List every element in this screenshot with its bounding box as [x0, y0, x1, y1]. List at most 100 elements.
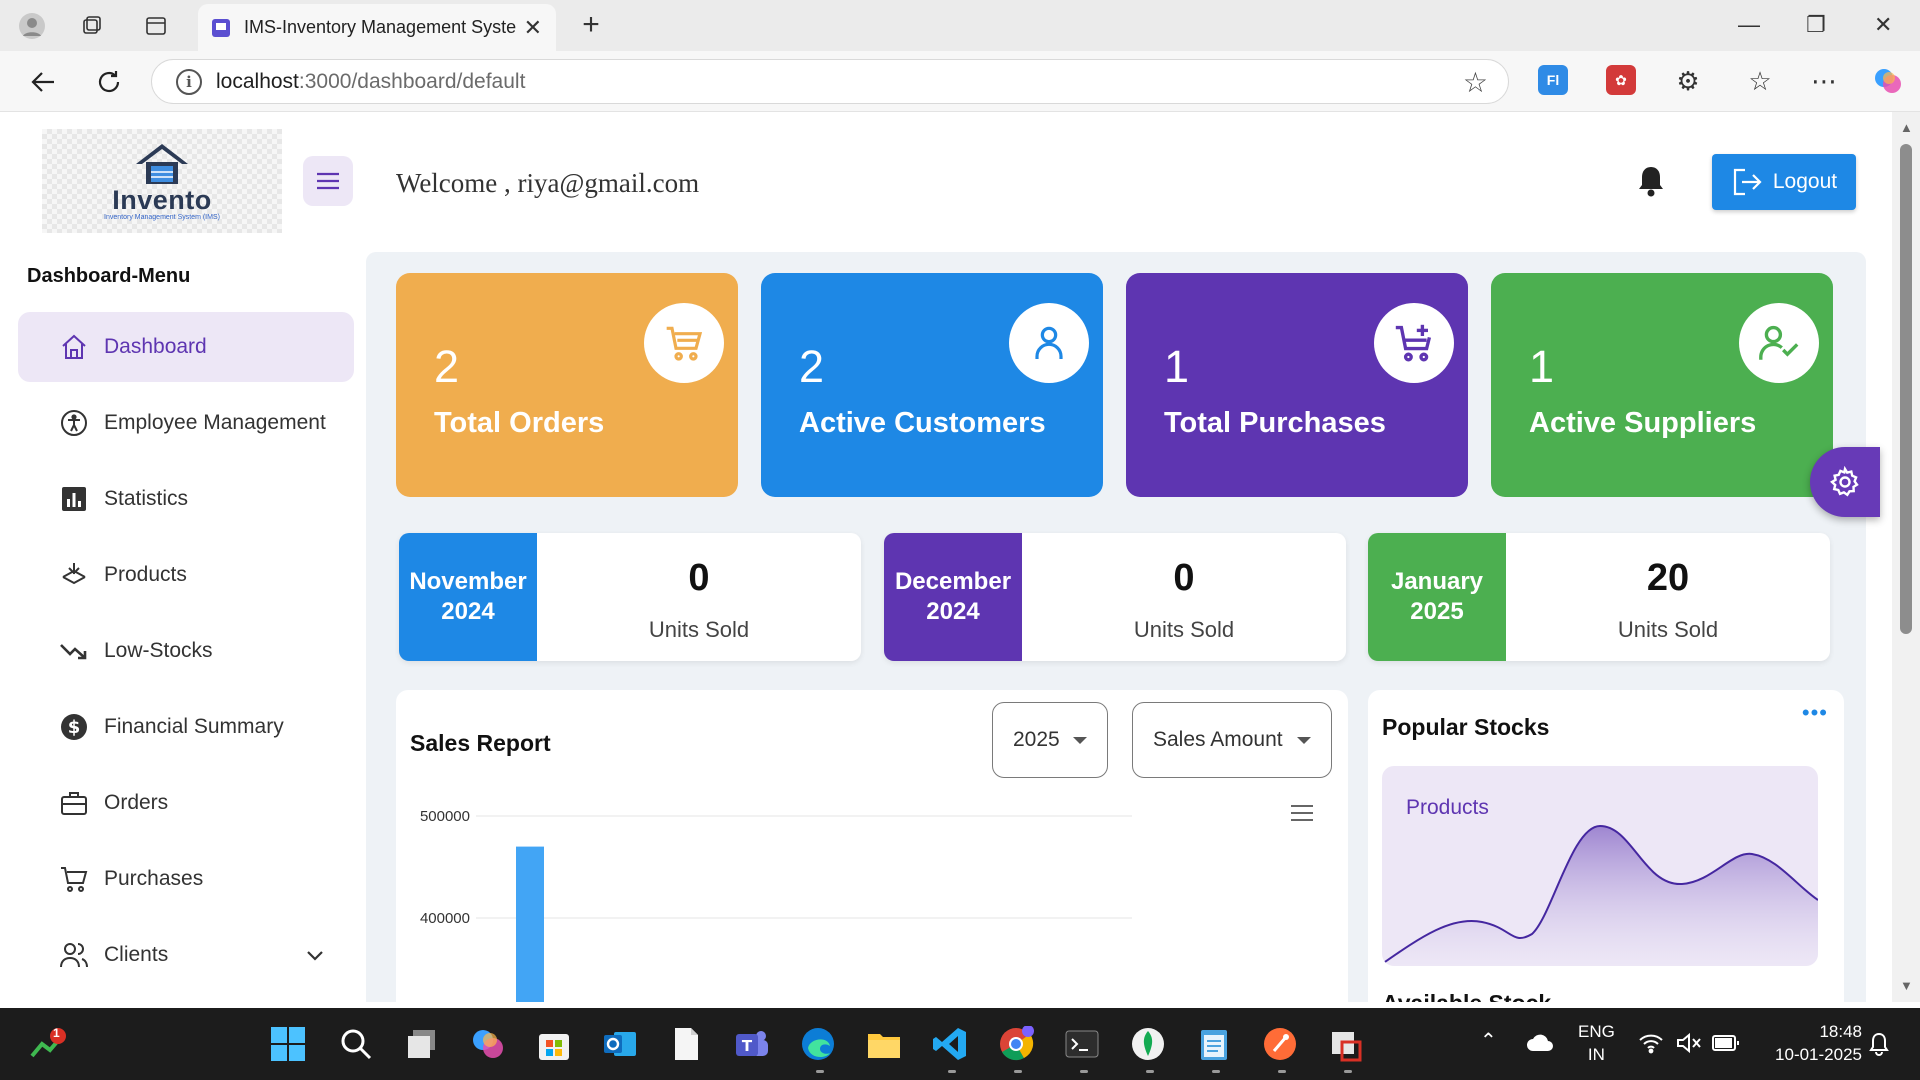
users-icon [58, 939, 90, 971]
extensions-puzzle-icon[interactable]: ⚙ [1672, 65, 1704, 97]
extension-red-icon[interactable]: ✿ [1606, 65, 1636, 95]
popular-stocks-card: Popular Stocks ••• Products Available St… [1368, 690, 1844, 1002]
sidebar-item-statistics[interactable]: Statistics [18, 464, 354, 534]
sidebar-item-label: Orders [104, 791, 169, 814]
tray-overflow-icon[interactable]: ⌃ [1480, 1030, 1497, 1053]
scroll-up-icon[interactable]: ▲ [1900, 120, 1913, 135]
sidebar-item-financial-summary[interactable]: $ Financial Summary [18, 692, 354, 762]
snipping-tool-icon[interactable] [1328, 1026, 1364, 1062]
app-page: Invento Inventory Management System (IMS… [6, 112, 1892, 1002]
invento-logo[interactable]: Invento Inventory Management System (IMS… [42, 129, 282, 233]
year-select-value: 2025 [1013, 728, 1060, 751]
sidebar-item-dashboard[interactable]: Dashboard [18, 312, 354, 382]
start-windows-icon[interactable] [270, 1026, 306, 1062]
units-value: 0 [1173, 557, 1195, 599]
workspaces-icon[interactable] [78, 12, 106, 40]
outlook-icon[interactable] [602, 1026, 638, 1062]
svg-text:T: T [742, 1037, 753, 1055]
notification-bell-icon[interactable] [1868, 1032, 1890, 1061]
chevron-down-icon[interactable] [306, 944, 324, 968]
restore-icon[interactable]: ❐ [1806, 12, 1826, 38]
sidebar-item-low-stocks[interactable]: Low-Stocks [18, 616, 354, 686]
tab-title: IMS-Inventory Management System [244, 17, 516, 37]
units-label: Units Sold [1617, 617, 1719, 642]
house-logo-icon [136, 143, 188, 184]
logo-name: Invento [112, 184, 212, 215]
battery-icon[interactable] [1712, 1034, 1740, 1057]
copilot-icon[interactable] [1872, 65, 1904, 97]
notepad-icon[interactable] [1196, 1026, 1232, 1062]
favorites-icon[interactable]: ☆ [1744, 65, 1776, 97]
url-field[interactable]: i localhost :3000/dashboard/default ☆ [151, 59, 1509, 104]
onedrive-cloud-icon[interactable] [1526, 1034, 1554, 1057]
stat-card-total-orders[interactable]: 2 Total Orders [396, 273, 738, 497]
copilot-taskbar-icon[interactable] [470, 1026, 506, 1062]
volume-muted-icon[interactable] [1676, 1032, 1702, 1059]
dollar-icon: $ [58, 711, 90, 743]
widgets-badge: 1 [53, 1026, 60, 1040]
store-icon[interactable] [536, 1026, 572, 1062]
clock[interactable]: 18:48 10-01-2025 [1754, 1020, 1862, 1066]
terminal-icon[interactable] [1064, 1026, 1100, 1062]
stat-card-active-customers[interactable]: 2 Active Customers [761, 273, 1103, 497]
notifications-bell-icon[interactable] [1636, 164, 1670, 200]
reload-icon[interactable] [92, 65, 126, 99]
back-icon[interactable] [26, 65, 60, 99]
chrome-icon[interactable] [998, 1025, 1034, 1062]
scrollbar-thumb[interactable] [1900, 144, 1912, 634]
site-favicon-icon [212, 18, 230, 37]
home-icon [58, 331, 90, 363]
favorite-star-icon[interactable]: ☆ [1463, 66, 1488, 99]
tab-close-icon[interactable]: ✕ [524, 15, 542, 41]
more-options-icon[interactable]: ••• [1802, 700, 1828, 726]
menu-toggle-button[interactable] [303, 156, 353, 206]
browser-tab-active[interactable]: IMS-Inventory Management System ✕ [198, 4, 556, 51]
site-info-icon[interactable]: i [176, 68, 202, 95]
extension-fi-icon[interactable]: Fl [1538, 65, 1568, 95]
url-path: :3000/dashboard/default [298, 69, 526, 93]
teams-icon[interactable]: T [734, 1026, 770, 1062]
new-tab-icon[interactable]: + [576, 8, 606, 41]
sidebar-item-clients[interactable]: Clients [18, 920, 354, 990]
edge-icon[interactable] [800, 1026, 836, 1062]
logout-button[interactable]: Logout [1712, 154, 1856, 210]
page-scrollbar[interactable]: ▲ ▼ [1892, 112, 1920, 1002]
wifi-icon[interactable] [1638, 1032, 1664, 1059]
welcome-text: Welcome , riya@gmail.com [396, 168, 700, 198]
sidebar-item-products[interactable]: Products [18, 540, 354, 610]
language-indicator[interactable]: ENG IN [1578, 1020, 1615, 1066]
sidebar-item-employee-management[interactable]: Employee Management [18, 388, 354, 458]
profile-icon[interactable] [16, 10, 48, 42]
task-view-icon[interactable] [404, 1026, 440, 1062]
widgets-stock-icon[interactable]: 1 [30, 1026, 66, 1062]
y-tick-label: 400000 [420, 910, 470, 927]
stat-card-total-purchases[interactable]: 1 Total Purchases [1126, 273, 1468, 497]
scroll-down-icon[interactable]: ▼ [1900, 978, 1913, 993]
stat-label: Total Purchases [1164, 407, 1386, 439]
settings-button[interactable] [1810, 447, 1880, 517]
hamburger-icon [317, 172, 339, 190]
clock-date: 10-01-2025 [1775, 1045, 1862, 1064]
month-year: 2024 [441, 598, 495, 625]
mongodb-icon[interactable] [1130, 1026, 1166, 1062]
search-icon[interactable] [338, 1026, 374, 1062]
minimize-icon[interactable]: — [1738, 12, 1760, 38]
accessibility-icon [58, 407, 90, 439]
more-menu-icon[interactable]: ⋯ [1808, 65, 1840, 97]
bar-chart-icon [58, 483, 90, 515]
metric-select[interactable]: Sales Amount [1132, 702, 1332, 778]
postman-icon[interactable] [1262, 1026, 1298, 1062]
gear-icon [1830, 466, 1859, 497]
year-select[interactable]: 2025 [992, 702, 1108, 778]
file-explorer-icon[interactable] [866, 1026, 902, 1062]
tab-actions-icon[interactable] [142, 12, 170, 40]
sidebar-item-orders[interactable]: Orders [18, 768, 354, 838]
file-icon[interactable] [668, 1026, 704, 1062]
sidebar-item-purchases[interactable]: Purchases [18, 844, 354, 914]
window-close-icon[interactable]: ✕ [1874, 12, 1892, 38]
sales-bar[interactable] [516, 846, 544, 1002]
running-indicator [948, 1070, 956, 1073]
stat-card-active-suppliers[interactable]: 1 Active Suppliers [1491, 273, 1833, 497]
windows-taskbar: 1 T ⌃ ENG IN 18:48 10-01-2025 [0, 1008, 1920, 1080]
vscode-icon[interactable] [932, 1026, 968, 1062]
